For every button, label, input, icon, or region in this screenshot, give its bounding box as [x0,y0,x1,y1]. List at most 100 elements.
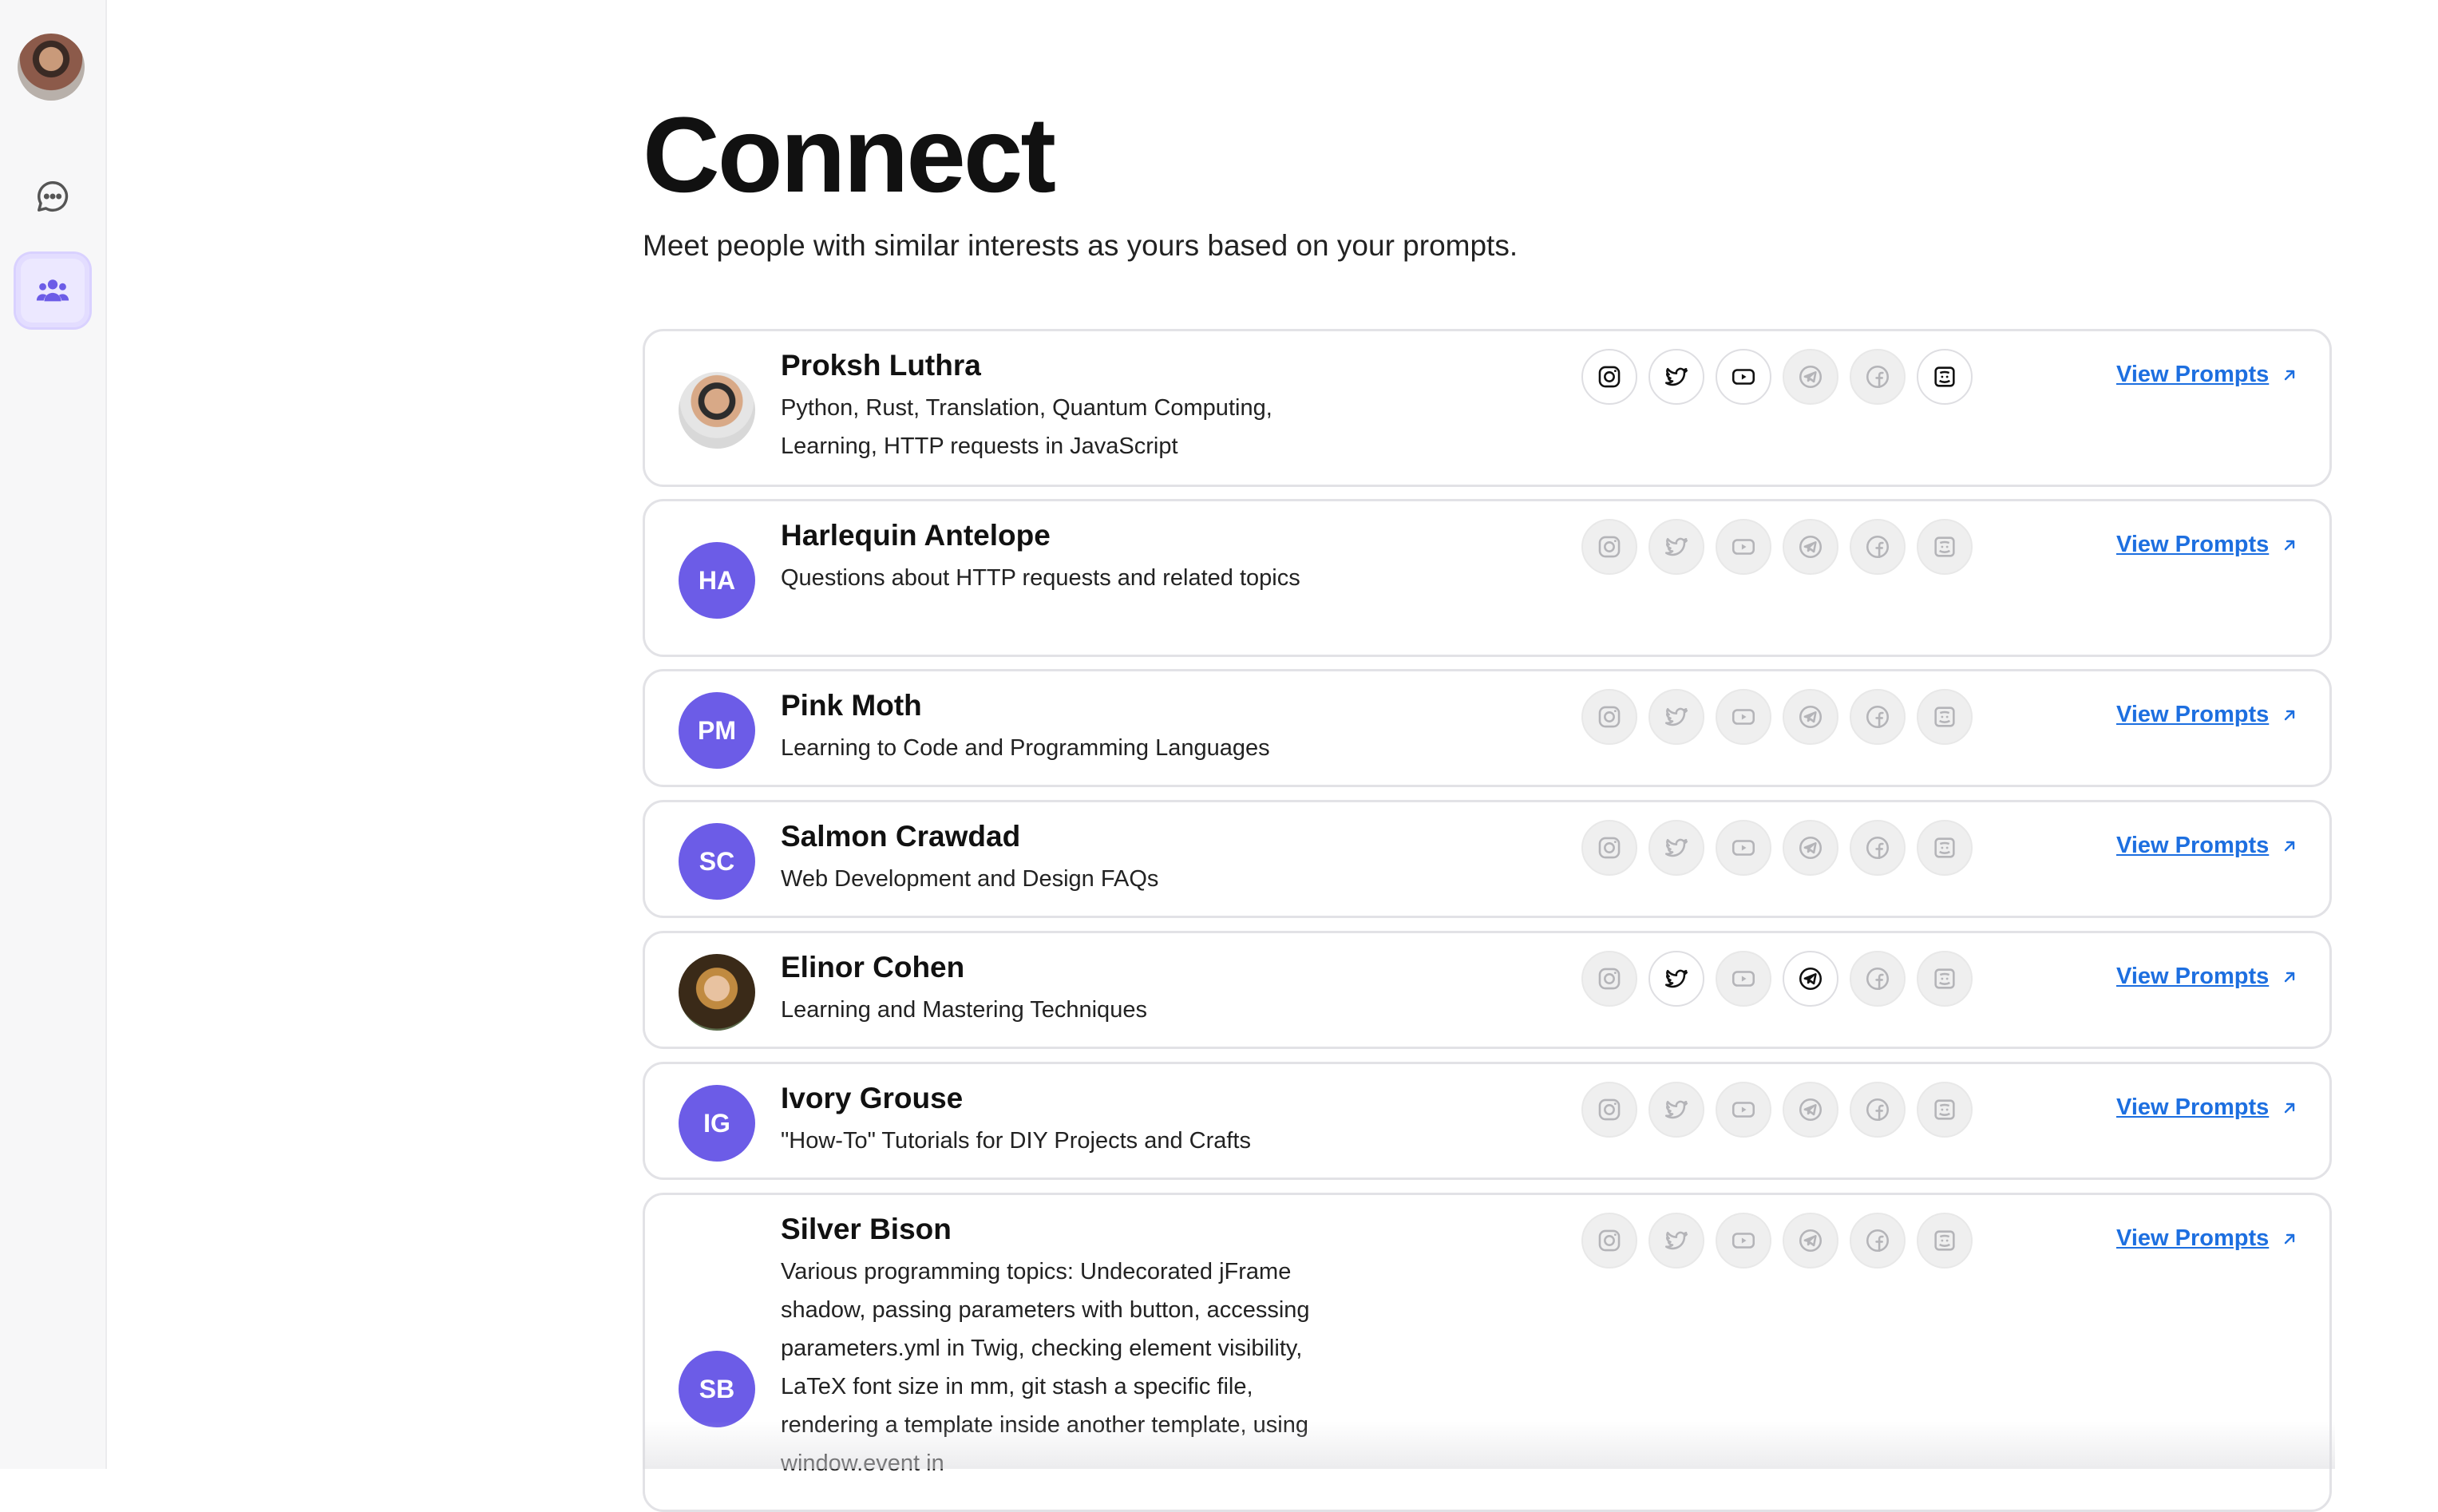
twitter-icon [1664,367,1688,386]
view-prompts-link[interactable]: View Prompts [2116,833,2299,859]
view-prompts-link[interactable]: View Prompts [2116,1225,2299,1252]
facebook-icon [1866,705,1890,729]
view-prompts-label: View Prompts [2116,702,2270,727]
social-links [1581,820,1973,876]
youtube-icon [1732,539,1755,555]
person-avatar: SC [679,823,755,900]
twitter-link[interactable] [1648,951,1704,1007]
telegram-icon [1799,365,1823,389]
discord-icon [1934,837,1955,858]
instagram-link[interactable] [1581,349,1637,405]
youtube-link [1716,689,1771,745]
social-links [1581,1082,1973,1138]
view-prompts-link[interactable]: View Prompts [2116,964,2299,990]
view-prompts-link[interactable]: View Prompts [2116,362,2299,388]
instagram-link [1581,519,1637,575]
youtube-link[interactable] [1716,349,1771,405]
view-prompts-label: View Prompts [2116,362,2270,387]
view-prompts-label: View Prompts [2116,1225,2270,1251]
instagram-link [1581,820,1637,876]
discord-icon [1934,366,1955,387]
instagram-link [1581,689,1637,745]
facebook-icon [1866,365,1890,389]
person-card: Elinor Cohen Learning and Mastering Techn… [643,931,2332,1049]
discord-icon [1934,707,1955,727]
facebook-link [1850,1213,1906,1269]
telegram-icon [1799,967,1823,991]
scroll-shadow [643,1421,2335,1469]
person-avatar: HA [679,542,755,619]
external-arrow-icon [2285,540,2295,550]
view-prompts-label: View Prompts [2116,964,2270,989]
page-subtitle: Meet people with similar interests as yo… [643,229,1518,262]
user-avatar[interactable] [18,34,85,101]
discord-link[interactable] [1917,349,1973,405]
discord-icon [1934,968,1955,989]
telegram-link [1783,519,1838,575]
twitter-link [1648,820,1704,876]
social-links [1581,349,1973,405]
social-links [1581,689,1973,745]
facebook-link [1850,519,1906,575]
instagram-icon [1598,536,1621,558]
telegram-link[interactable] [1783,951,1838,1007]
youtube-icon [1732,840,1755,856]
facebook-link [1850,951,1906,1007]
external-arrow-icon [2285,370,2295,380]
instagram-icon [1598,366,1621,388]
facebook-link [1850,349,1906,405]
external-arrow-icon [2285,1102,2295,1113]
facebook-icon [1866,967,1890,991]
youtube-link [1716,519,1771,575]
person-avatar [679,954,755,1031]
facebook-link [1850,689,1906,745]
discord-link [1917,951,1973,1007]
person-card: IG Ivory Grouse "How-To" Tutorials for DIY… [643,1062,2332,1180]
person-interests: Web Development and Design FAQs [781,866,1159,892]
social-links [1581,1213,1973,1269]
view-prompts-link[interactable]: View Prompts [2116,532,2299,558]
person-interests: Learning to Code and Programming Languag… [781,735,1270,761]
view-prompts-label: View Prompts [2116,833,2270,858]
view-prompts-link[interactable]: View Prompts [2116,1094,2299,1121]
person-card: SC Salmon Crawdad Web Development and Desi… [643,800,2332,918]
view-prompts-link[interactable]: View Prompts [2116,702,2299,728]
nav-chat-button[interactable] [16,160,89,233]
sidebar [0,0,107,1469]
person-name: Harlequin Antelope [781,519,1051,552]
twitter-icon [1664,1100,1688,1119]
telegram-link [1783,1213,1838,1269]
person-name: Ivory Grouse [781,1082,964,1114]
telegram-link [1783,349,1838,405]
discord-link [1917,1213,1973,1269]
discord-icon [1934,536,1955,557]
facebook-icon [1866,1098,1890,1122]
telegram-icon [1799,836,1823,860]
youtube-icon [1732,369,1755,385]
instagram-icon [1598,1229,1621,1252]
person-avatar: SB [679,1351,755,1427]
discord-link [1917,1082,1973,1138]
external-arrow-icon [2285,1233,2295,1244]
twitter-link[interactable] [1648,349,1704,405]
telegram-icon [1799,705,1823,729]
external-arrow-icon [2285,710,2295,720]
page-title: Connect [643,96,1056,215]
twitter-link [1648,1082,1704,1138]
person-card: HA Harlequin Antelope Questions about HTTP… [643,499,2332,657]
youtube-link [1716,1082,1771,1138]
facebook-icon [1866,836,1890,860]
youtube-icon [1732,1233,1755,1249]
nav-connect-button[interactable] [16,254,89,327]
telegram-icon [1799,1098,1823,1122]
twitter-icon [1664,969,1688,988]
instagram-link [1581,951,1637,1007]
youtube-link [1716,1213,1771,1269]
instagram-link [1581,1082,1637,1138]
youtube-icon [1732,1102,1755,1118]
twitter-link [1648,689,1704,745]
discord-link [1917,519,1973,575]
instagram-icon [1598,706,1621,728]
person-avatar: PM [679,692,755,769]
discord-link [1917,820,1973,876]
